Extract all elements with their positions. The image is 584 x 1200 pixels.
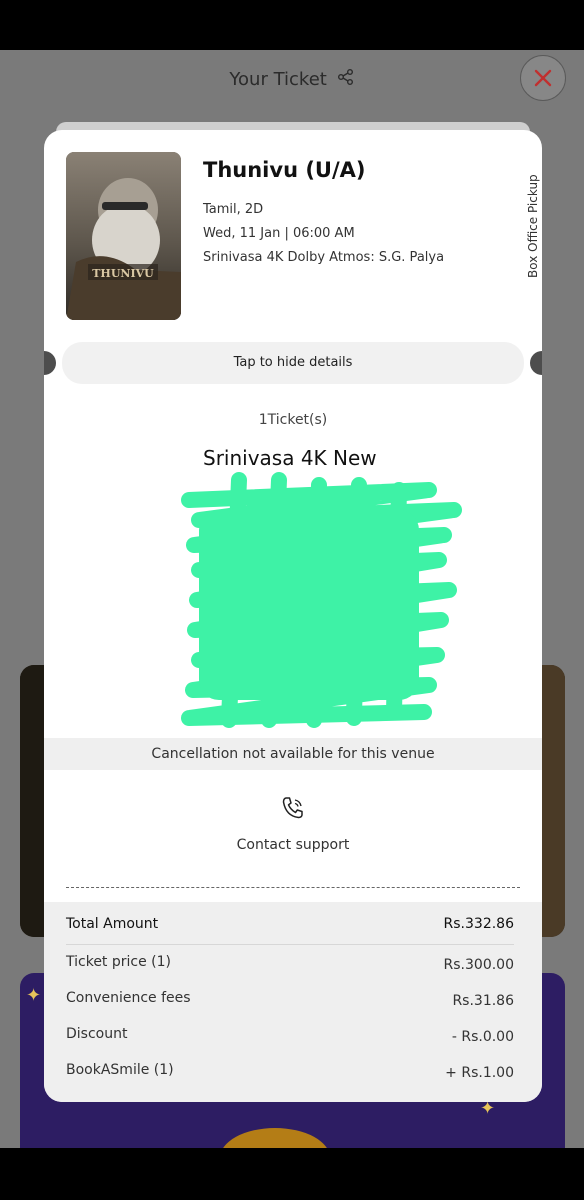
price-label: Ticket price (1)	[66, 954, 171, 970]
share-icon[interactable]	[337, 68, 355, 91]
ticket-count: 1Ticket(s)	[258, 412, 328, 428]
show-datetime: Wed, 11 Jan | 06:00 AM	[203, 226, 355, 241]
total-amount-label: Total Amount	[66, 916, 159, 932]
movie-poster: THUNIVU	[66, 152, 181, 320]
price-label: Convenience fees	[66, 990, 191, 1006]
theatre-name: Srinivasa 4K Dolby Atmos: S.G. Palya	[203, 250, 445, 265]
price-row: Convenience fees Rs.31.86	[66, 990, 514, 1009]
total-amount-row: Total Amount Rs.332.86	[66, 916, 514, 932]
price-value: Rs.31.86	[452, 993, 514, 1009]
page-title: Your Ticket	[229, 69, 327, 90]
price-row: Discount - Rs.0.00	[66, 1026, 514, 1045]
close-button[interactable]	[520, 55, 566, 101]
sparkle-icon: ✦	[26, 985, 42, 1005]
contact-support-link[interactable]: Contact support	[44, 837, 542, 853]
ticket-divider	[66, 887, 520, 888]
phone-icon[interactable]	[280, 795, 306, 826]
ticket-screen: Your Ticket ✦ ✦ THUNIVU Thunivu (U/A) Ta…	[0, 50, 584, 1148]
hide-details-button[interactable]: Tap to hide details	[62, 342, 524, 384]
cancellation-notice: Cancellation not available for this venu…	[44, 738, 542, 770]
ticket-notch-right	[530, 351, 542, 375]
total-amount-value: Rs.332.86	[443, 916, 514, 932]
poster-title: THUNIVU	[92, 267, 154, 280]
price-value: - Rs.0.00	[451, 1029, 514, 1045]
price-label: BookASmile (1)	[66, 1062, 174, 1078]
price-value: + Rs.1.00	[445, 1065, 514, 1081]
page-title-bar: Your Ticket	[0, 68, 584, 91]
movie-language-format: Tamil, 2D	[203, 202, 264, 217]
payment-summary: Total Amount Rs.332.86 Ticket price (1) …	[44, 902, 542, 1102]
summary-divider	[66, 944, 514, 945]
ticket-notch-left	[44, 351, 56, 375]
price-value: Rs.300.00	[443, 957, 514, 973]
price-label: Discount	[66, 1026, 128, 1042]
price-row: BookASmile (1) + Rs.1.00	[66, 1062, 514, 1081]
redaction-scribble	[181, 472, 462, 728]
movie-title: Thunivu (U/A)	[203, 158, 366, 182]
ticket-card: THUNIVU Thunivu (U/A) Tamil, 2D Wed, 11 …	[44, 130, 542, 1102]
close-icon	[534, 69, 552, 87]
pickup-label: Box Office Pickup	[526, 174, 540, 278]
price-row: Ticket price (1) Rs.300.00	[66, 954, 514, 973]
